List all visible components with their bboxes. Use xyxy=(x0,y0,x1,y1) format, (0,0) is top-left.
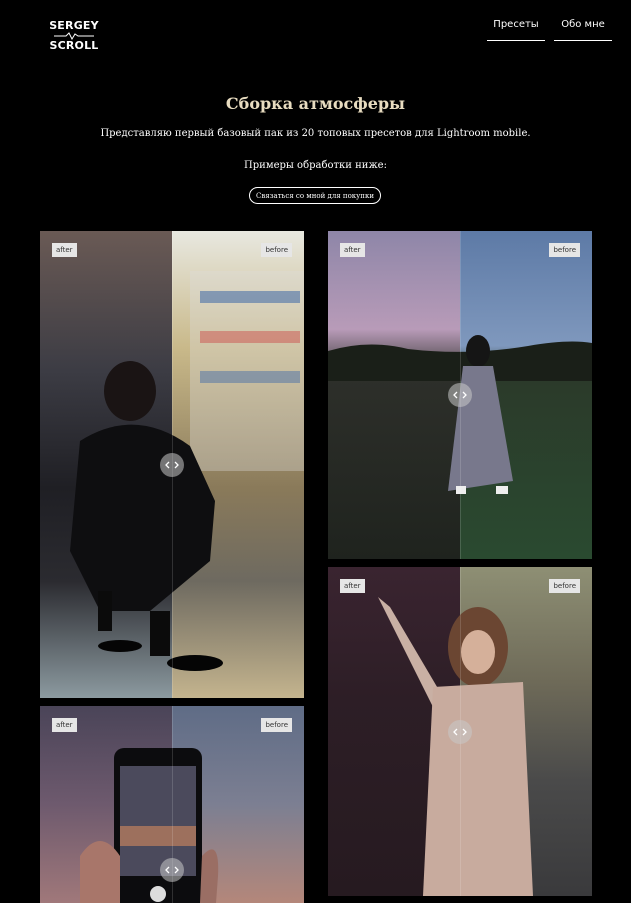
page-title: Сборка атмосферы xyxy=(225,94,406,113)
chevrons-left-right-icon xyxy=(453,391,467,399)
nav-about[interactable]: Обо мне xyxy=(554,19,612,41)
brand-line-1: SERGEY xyxy=(49,19,99,32)
contact-button[interactable]: Связаться со мной для покупки xyxy=(249,187,381,204)
page-subtitle: Представляю первый базовый пак из 20 топ… xyxy=(100,128,531,139)
compare-card-store[interactable]: after before xyxy=(40,231,304,698)
chevrons-left-right-icon xyxy=(165,461,179,469)
brand-logo[interactable]: SERGEY SCROLL xyxy=(48,20,100,56)
nav-presets[interactable]: Пресеты xyxy=(487,19,545,41)
compare-card-phone[interactable]: after before xyxy=(40,706,304,903)
compare-card-field[interactable]: after before xyxy=(328,231,592,559)
after-label: after xyxy=(340,579,365,593)
before-label: before xyxy=(549,243,580,257)
compare-card-coat[interactable]: after before xyxy=(328,567,592,896)
before-label: before xyxy=(261,718,292,732)
chevrons-left-right-icon xyxy=(453,728,467,736)
compare-slider-handle[interactable] xyxy=(448,383,472,407)
after-label: after xyxy=(52,718,77,732)
before-label: before xyxy=(549,579,580,593)
compare-slider-handle[interactable] xyxy=(160,453,184,477)
brand-line-2: SCROLL xyxy=(49,39,99,52)
compare-slider-handle[interactable] xyxy=(160,858,184,882)
examples-caption: Примеры обработки ниже: xyxy=(244,160,387,171)
before-label: before xyxy=(261,243,292,257)
chevrons-left-right-icon xyxy=(165,866,179,874)
after-label: after xyxy=(52,243,77,257)
compare-slider-handle[interactable] xyxy=(448,720,472,744)
after-label: after xyxy=(340,243,365,257)
